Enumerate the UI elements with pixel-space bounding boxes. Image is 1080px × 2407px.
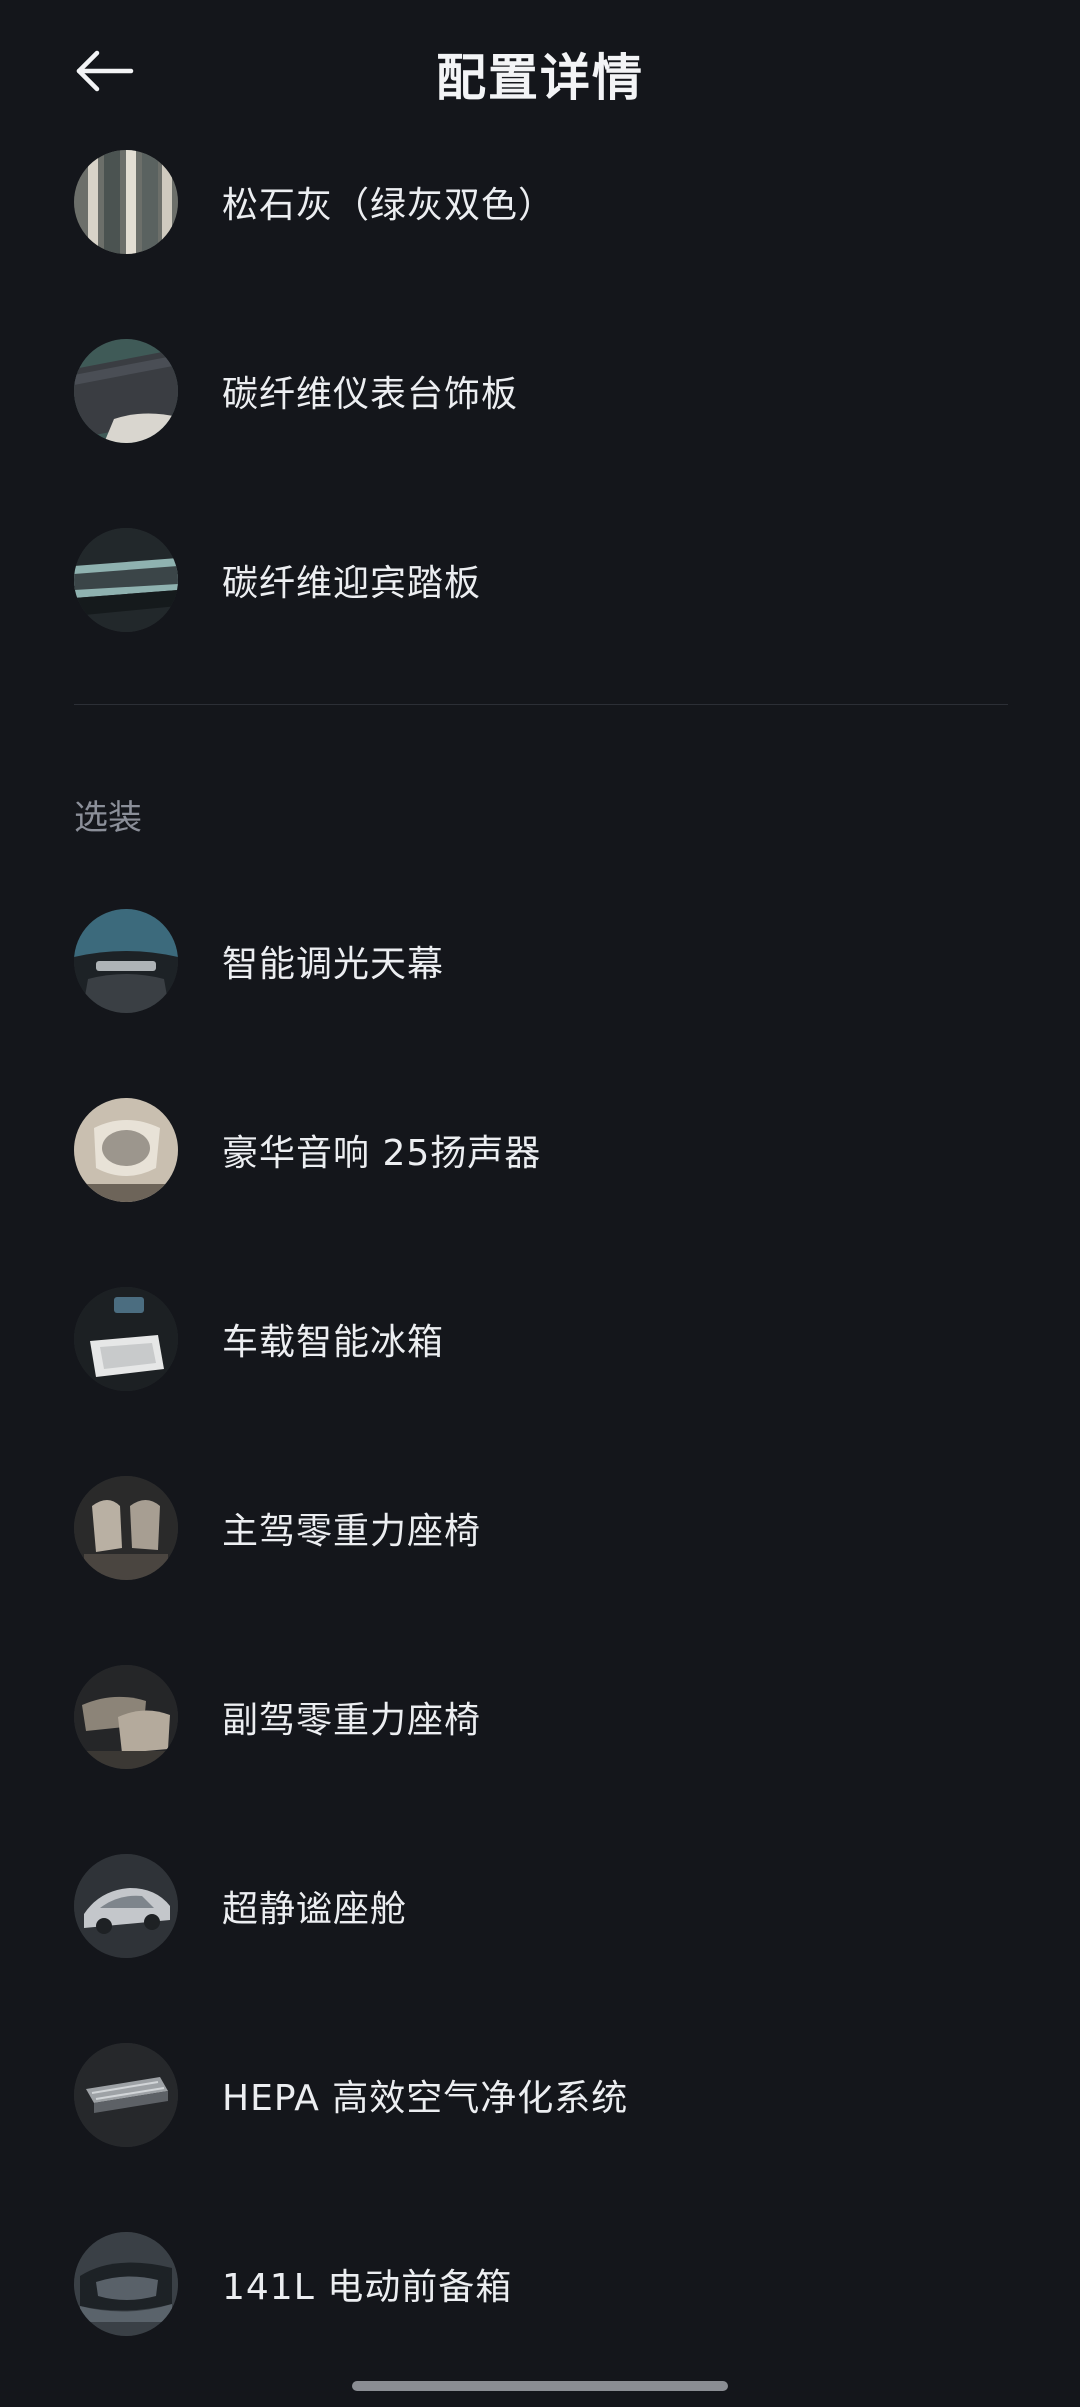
list-item[interactable]: 副驾零重力座椅 [0,1622,1080,1811]
item-label: 松石灰（绿灰双色） [222,184,556,226]
item-label: 主驾零重力座椅 [222,1510,482,1552]
list-item[interactable]: 碳纤维仪表台饰板 [0,296,1080,485]
list-item[interactable]: 豪华音响 25扬声器 [0,1055,1080,1244]
list-item[interactable]: 松石灰（绿灰双色） [0,107,1080,296]
optional-config-list: 智能调光天幕 豪华音响 25扬声器 车载智能冰箱 主驾零重力座椅 副驾零重力座椅… [0,866,1080,2378]
page-title: 配置详情 [436,49,644,107]
item-label: 超静谧座舱 [222,1888,408,1930]
fridge-icon [74,1286,178,1391]
list-item[interactable]: 碳纤维迎宾踏板 [0,485,1080,674]
list-item[interactable]: 智能调光天幕 [0,866,1080,1055]
list-item[interactable]: 超静谧座舱 [0,1811,1080,2000]
list-item[interactable]: 车载智能冰箱 [0,1244,1080,1433]
item-label: 141L 电动前备箱 [222,2266,513,2308]
divider [74,704,1008,705]
passenger-seat-icon [74,1664,178,1769]
interior-color-swatch-icon [74,149,178,254]
list-item[interactable]: 141L 电动前备箱 [0,2189,1080,2378]
carbon-dashboard-trim-icon [74,338,178,443]
dimming-sunroof-icon [74,908,178,1013]
hepa-filter-icon [74,2042,178,2147]
list-item[interactable]: 主驾零重力座椅 [0,1433,1080,1622]
item-label: 碳纤维仪表台饰板 [222,373,519,415]
item-label: 豪华音响 25扬声器 [222,1132,542,1174]
list-item[interactable]: HEPA 高效空气净化系统 [0,2000,1080,2189]
speaker-icon [74,1097,178,1202]
item-label: 车载智能冰箱 [222,1321,445,1363]
quiet-cabin-icon [74,1853,178,1958]
item-label: 碳纤维迎宾踏板 [222,562,482,604]
item-label: 副驾零重力座椅 [222,1699,482,1741]
front-trunk-icon [74,2231,178,2336]
item-label: HEPA 高效空气净化系统 [222,2077,629,2119]
item-label: 智能调光天幕 [222,943,445,985]
standard-config-list: 松石灰（绿灰双色） 碳纤维仪表台饰板 碳纤维迎宾踏板 [0,107,1080,674]
carbon-door-sill-icon [74,527,178,632]
optional-section-title: 选装 [74,798,142,838]
driver-seat-icon [74,1475,178,1580]
home-indicator[interactable] [352,2381,728,2391]
